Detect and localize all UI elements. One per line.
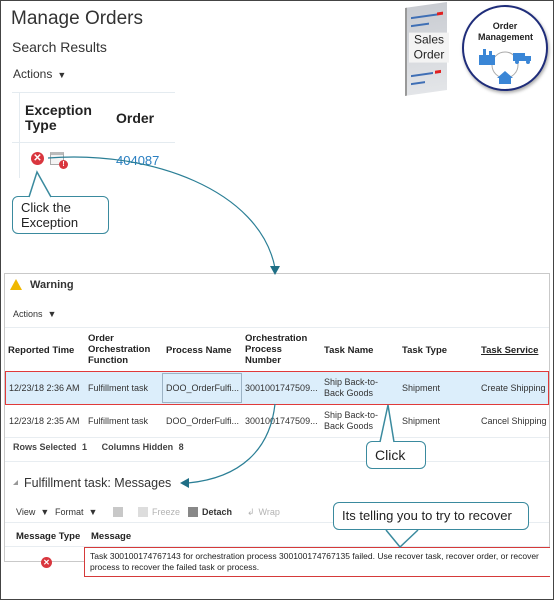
column-header-task-name[interactable]: Task Name — [324, 345, 373, 356]
caret-down-icon: ▼ — [88, 507, 98, 517]
row-task-name: Ship Back-to-Back Goods — [324, 410, 379, 431]
page-title: Manage Orders — [11, 8, 144, 29]
wrap-button[interactable]: ↲ Wrap — [247, 507, 280, 518]
header-divider — [5, 327, 549, 328]
logo-line — [411, 13, 437, 20]
message-text: Task 300100174767143 for orchestration p… — [84, 547, 550, 577]
callout-text: Click — [375, 447, 406, 463]
column-header-message[interactable]: Message — [91, 531, 131, 542]
recover-hint-callout: Its telling you to try to recover — [333, 502, 529, 530]
warning-actions-menu[interactable]: Actions ▼ — [13, 309, 56, 319]
view-menu[interactable]: View ▼ — [16, 507, 49, 517]
sales-order-logo: Sales Order — [405, 2, 449, 96]
columns-hidden-label: Columns Hidden — [101, 442, 174, 452]
logo-line — [411, 72, 433, 78]
freeze-button[interactable]: Freeze — [138, 507, 180, 517]
caret-down-icon: ▼ — [47, 309, 57, 319]
rows-selected-label: Rows Selected — [13, 442, 77, 452]
callout-text: Its telling you to try to recover — [342, 508, 512, 523]
rows-selected-count: 1 — [82, 442, 88, 452]
row-divider — [5, 437, 549, 438]
wrap-icon: ↲ — [247, 507, 255, 517]
message-error-icon: ✕ — [41, 557, 52, 568]
calendar-alert-icon[interactable]: ! — [50, 152, 68, 169]
click-callout: Click — [366, 441, 426, 469]
query-by-example-icon — [113, 507, 123, 517]
click-exception-callout: Click the Exception — [12, 196, 109, 234]
format-menu[interactable]: Format ▼ — [55, 507, 97, 517]
search-results-heading: Search Results — [12, 39, 107, 55]
footer-divider — [5, 461, 549, 462]
order-management-label: Order Management — [478, 21, 534, 42]
freeze-label: Freeze — [152, 507, 181, 517]
column-header-process-number[interactable]: Orchestration Process Number — [245, 333, 317, 366]
detach-button[interactable]: Detach — [188, 507, 232, 517]
callout-text: Click the Exception — [21, 200, 79, 230]
column-header-reported-time[interactable]: Reported Time — [8, 345, 74, 356]
logo-dot — [435, 69, 441, 74]
detach-label: Detach — [202, 507, 233, 517]
factory-truck-home-icon — [479, 49, 531, 84]
logo-dot — [437, 11, 443, 16]
caret-down-icon: ▼ — [57, 70, 67, 80]
actions-label: Actions — [13, 309, 43, 319]
alert-badge-icon: ! — [59, 160, 68, 169]
warning-header: Warning — [10, 279, 74, 291]
row-process-number: 3001001747509... — [245, 383, 318, 393]
warning-title: Warning — [30, 279, 74, 291]
row-divider — [12, 142, 175, 143]
logo-line — [411, 81, 425, 86]
column-header-order[interactable]: Order — [116, 110, 154, 126]
row-task-service: Create Shipping — [481, 383, 546, 393]
messages-title: Fulfillment task: Messages — [24, 476, 172, 490]
warning-icon — [10, 279, 22, 290]
detach-icon — [188, 507, 198, 517]
caret-down-icon: ▼ — [40, 507, 50, 517]
search-results-table: Exception Type Order ✕ ! 404087 — [12, 92, 175, 178]
order-number-link[interactable]: 404087 — [116, 153, 159, 168]
column-header-exception-type[interactable]: Exception Type — [25, 103, 105, 133]
column-header-function[interactable]: Order Orchestration Function — [88, 333, 158, 366]
view-label: View — [16, 507, 36, 517]
row-process-name: DOO_OrderFulfi... — [166, 416, 240, 426]
format-label: Format — [55, 507, 84, 517]
row-function: Fulfillment task — [88, 383, 149, 393]
order-management-logo: Order Management — [462, 5, 548, 91]
columns-hidden-count: 8 — [178, 442, 184, 452]
filter-button[interactable] — [113, 507, 127, 517]
row-process-number: 3001001747509... — [245, 416, 318, 426]
error-icon[interactable]: ✕ — [31, 152, 44, 165]
column-divider — [19, 93, 20, 178]
column-header-task-service[interactable]: Task Service — [481, 345, 538, 356]
messages-section-header[interactable]: Fulfillment task: Messages — [13, 476, 171, 490]
column-header-process-name[interactable]: Process Name — [166, 345, 231, 356]
row-task-service: Cancel Shipping — [481, 416, 547, 426]
wrap-label: Wrap — [258, 507, 280, 517]
column-header-task-type[interactable]: Task Type — [402, 345, 447, 356]
row-task-type: Shipment — [402, 416, 441, 426]
row-reported-time: 12/23/18 2:36 AM — [9, 383, 80, 393]
column-header-message-type[interactable]: Message Type — [16, 531, 80, 542]
row-task-name: Ship Back-to-Back Goods — [324, 377, 379, 398]
actions-menu[interactable]: Actions ▼ — [13, 67, 66, 81]
collapse-triangle-icon[interactable] — [13, 480, 18, 485]
actions-label: Actions — [13, 67, 53, 81]
logo-line — [411, 22, 429, 28]
row-task-type: Shipment — [402, 383, 441, 393]
row-reported-time: 12/23/18 2:35 AM — [9, 416, 80, 426]
table-status-bar: Rows Selected 1 Columns Hidden 8 — [13, 442, 184, 452]
freeze-icon — [138, 507, 148, 517]
row-function: Fulfillment task — [88, 416, 149, 426]
sales-order-label: Sales Order — [409, 32, 449, 63]
row-process-name: DOO_OrderFulfi... — [166, 383, 240, 393]
table-row[interactable]: 12/23/18 2:35 AM Fulfillment task DOO_Or… — [5, 405, 549, 437]
